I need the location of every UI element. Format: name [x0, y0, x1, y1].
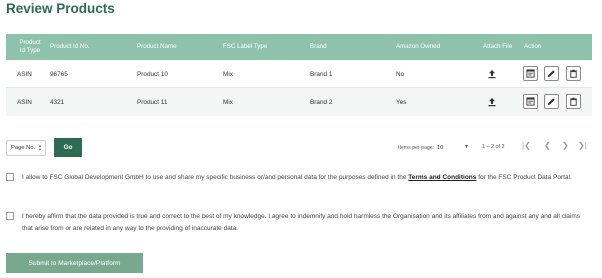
cell-id-type: ASIN — [17, 98, 32, 106]
data-use-checkbox[interactable] — [6, 173, 14, 181]
cell-amazon-owned: Yes — [396, 98, 407, 106]
last-page-icon[interactable]: ❯| — [578, 141, 587, 150]
cell-brand: Brand 2 — [310, 98, 333, 106]
pagination-bar: Page No. ▲ ▼ Go Items per page: 10 ▼ 1 – … — [6, 138, 592, 158]
page-number-placeholder: Page No. — [11, 145, 36, 151]
products-table: Product Id Type Product Id No. Product N… — [6, 34, 592, 116]
col-amazon-owned[interactable]: Amazon Owned — [396, 34, 440, 60]
details-button[interactable] — [523, 66, 538, 81]
items-per-page-select[interactable]: 10 ▼ — [437, 143, 469, 153]
affirm-checkbox[interactable] — [6, 212, 14, 220]
page-number-input[interactable]: Page No. ▲ ▼ — [6, 140, 46, 156]
details-icon — [526, 69, 535, 78]
submit-button[interactable]: Submit to Marketplace/Platform — [6, 253, 143, 273]
table-header: Product Id Type Product Id No. Product N… — [6, 34, 592, 60]
upload-icon[interactable] — [487, 69, 497, 79]
affirm-consent-text: I hereby affirm that the data provided i… — [22, 213, 580, 232]
affirm-consent: I hereby affirm that the data provided i… — [6, 211, 592, 235]
delete-button[interactable] — [566, 94, 581, 109]
cell-id-no: 4321 — [50, 98, 65, 106]
cell-label-type: Mix — [223, 70, 233, 78]
chevron-down-icon: ▼ — [464, 144, 469, 150]
consent-text-before: I allow to FSC Global Development GmbH t… — [22, 174, 409, 181]
delete-icon — [570, 69, 577, 78]
edit-icon — [547, 70, 555, 78]
col-action: Action — [524, 43, 542, 51]
col-brand[interactable]: Brand — [310, 34, 327, 60]
col-attach-file: Attach File — [483, 43, 513, 51]
data-use-consent-text: I allow to FSC Global Development GmbH t… — [22, 172, 592, 184]
details-button[interactable] — [523, 94, 538, 109]
page-range-label: 1 – 2 of 2 — [482, 144, 505, 150]
next-page-icon[interactable]: ❯ — [562, 141, 569, 150]
cell-product-name: Product 11 — [137, 98, 168, 106]
spinner-icon[interactable]: ▲ ▼ — [38, 144, 42, 152]
go-button[interactable]: Go — [54, 138, 82, 157]
cell-brand: Brand 1 — [310, 70, 333, 78]
data-use-consent: I allow to FSC Global Development GmbH t… — [6, 172, 592, 196]
cell-id-type: ASIN — [17, 70, 32, 78]
col-product-id-type[interactable]: Product Id Type — [16, 34, 44, 60]
upload-icon[interactable] — [487, 97, 497, 107]
delete-button[interactable] — [566, 66, 581, 81]
edit-button[interactable] — [544, 66, 559, 81]
edit-button[interactable] — [544, 94, 559, 109]
terms-link[interactable]: Terms and Conditions — [408, 174, 476, 181]
table-row: ASIN 4321 Product 11 Mix Brand 2 Yes — [6, 88, 592, 116]
cell-amazon-owned: No — [396, 70, 405, 78]
cell-id-no: 96765 — [50, 70, 68, 78]
prev-page-icon[interactable]: ❮ — [544, 141, 551, 150]
table-row: ASIN 96765 Product 10 Mix Brand 1 No — [6, 60, 592, 88]
consent-text-after: for the FSC Product Data Portal. — [476, 174, 572, 181]
page-title: Review Products — [6, 1, 115, 16]
cell-product-name: Product 10 — [137, 70, 168, 78]
col-product-name[interactable]: Product Name — [137, 34, 177, 60]
cell-label-type: Mix — [223, 98, 233, 106]
col-product-id-no[interactable]: Product Id No. — [50, 34, 90, 60]
col-fsc-label-type[interactable]: FSC Label Type — [223, 34, 267, 60]
delete-icon — [570, 97, 577, 106]
items-per-page-value: 10 — [437, 145, 444, 151]
details-icon — [526, 97, 535, 106]
items-per-page-label: Items per page: — [398, 145, 435, 151]
first-page-icon[interactable]: |❮ — [522, 141, 531, 150]
edit-icon — [547, 98, 555, 106]
